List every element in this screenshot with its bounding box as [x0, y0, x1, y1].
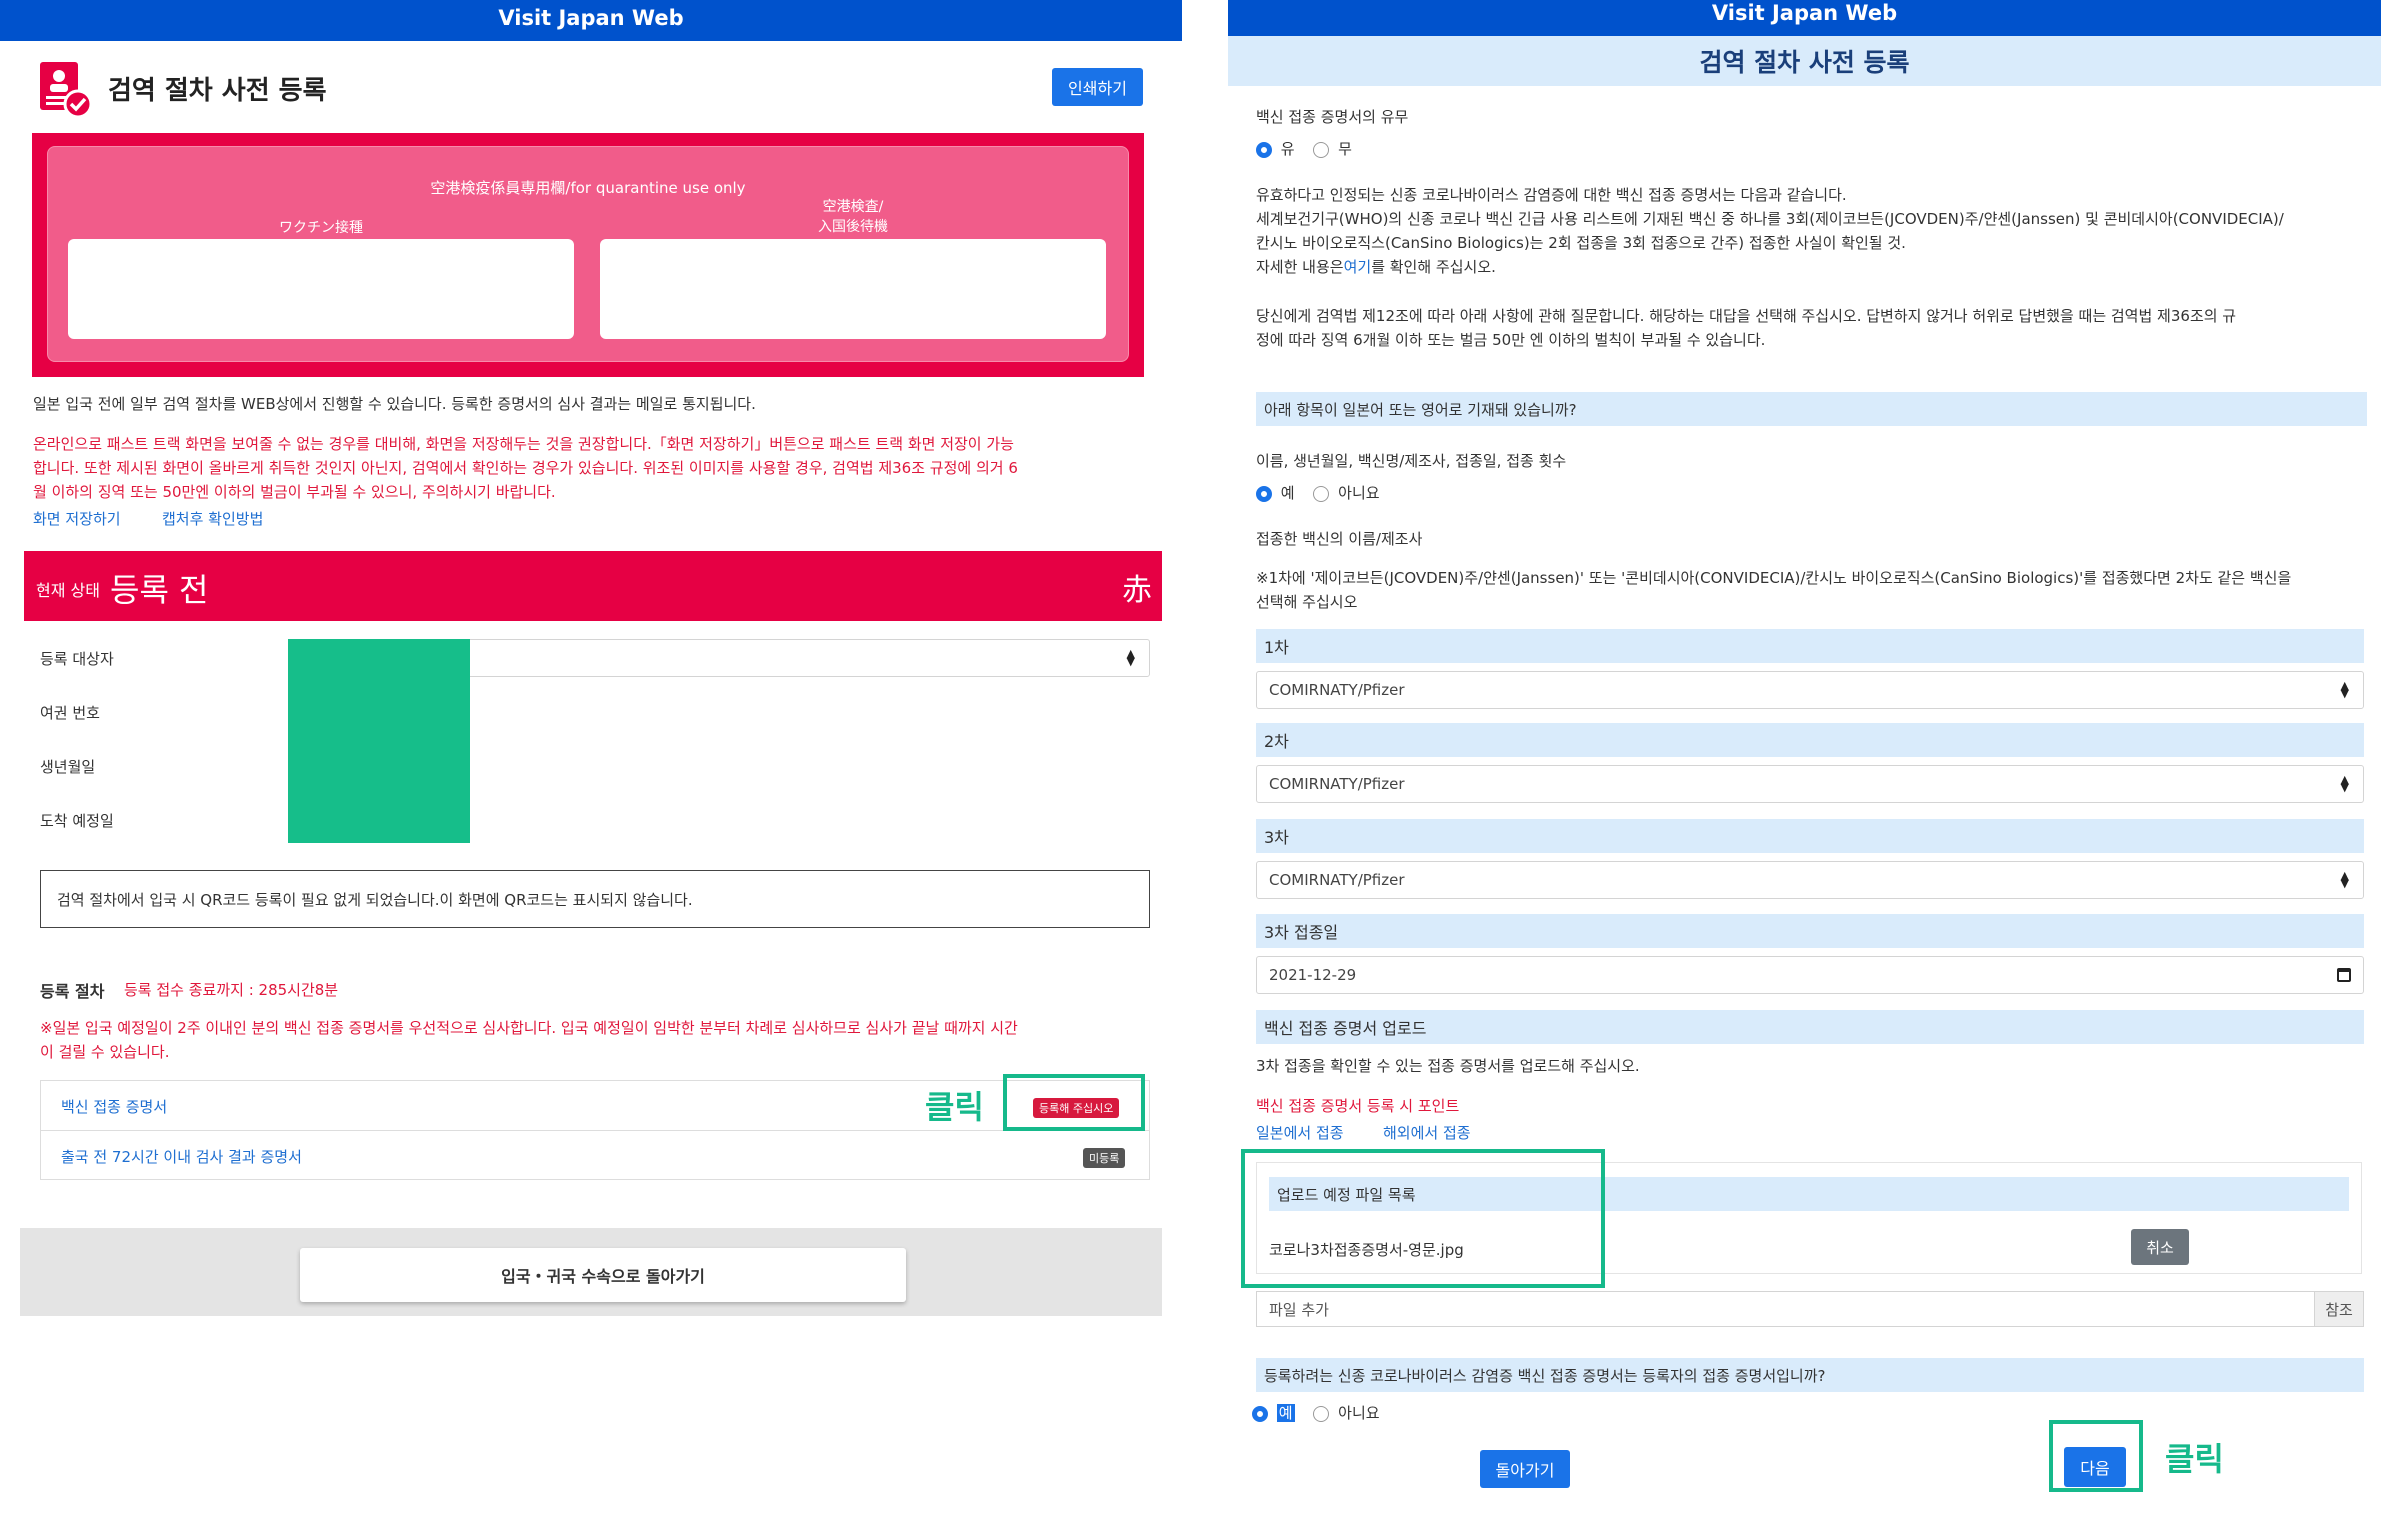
left-page-title: 검역 절차 사전 등록: [108, 76, 327, 106]
right-panel: Visit Japan Web 검역 절차 사전 등록 백신 접종 증명서의 유…: [1228, 0, 2381, 1526]
chevron-updown-icon: ▲ ▼: [2340, 869, 2349, 890]
vaccine-note: ※1차에 '제이코브든(JCOVDEN)주/얀센(Janssen)' 또는 '콘…: [1256, 569, 2292, 611]
radio-lang-yes[interactable]: [1256, 485, 1272, 502]
dose1-select[interactable]: COMIRNATY/Pfizer ▲ ▼: [1256, 671, 2364, 709]
intro-text: 일본 입국 전에 일부 검역 절차를 WEB상에서 진행할 수 있습니다. 등록…: [33, 395, 756, 413]
add-file-input[interactable]: 파일 추가: [1256, 1291, 2314, 1327]
status-badge: 赤: [1122, 573, 1152, 608]
radio-lang-yes-label: 예: [1280, 484, 1295, 502]
highlight-box: [1003, 1074, 1145, 1131]
chevron-updown-icon: ▲ ▼: [2340, 773, 2349, 794]
next-click-annotation: 클릭: [2165, 1440, 2224, 1478]
list-item[interactable]: 출국 전 72시간 이내 검사 결과 증명서 미등록: [41, 1131, 1149, 1181]
next-button[interactable]: 다음: [2064, 1447, 2126, 1487]
back-button[interactable]: 돌아가기: [1480, 1450, 1570, 1488]
chevron-updown-icon: ▲ ▼: [2340, 679, 2349, 700]
unregistered-badge: 미등록: [1083, 1148, 1126, 1168]
priority-note: ※일본 입국 예정일이 2주 이내인 분의 백신 접종 증명서를 우선적으로 심…: [40, 1019, 1018, 1061]
calendar-icon[interactable]: [2337, 968, 2351, 982]
test-cert-link[interactable]: 출국 전 72시간 이내 검사 결과 증명서: [61, 1146, 302, 1167]
right-app-header: Visit Japan Web: [1228, 0, 2381, 36]
dose3-date-input[interactable]: 2021-12-29: [1256, 956, 2364, 994]
airport-test-stamp-area: [600, 239, 1106, 339]
quarantine-box: 空港検疫係員専用欄/for quarantine use only ワクチン接種…: [32, 133, 1144, 377]
radio-lang-no-label: 아니요: [1338, 484, 1380, 502]
warning-text: 온라인으로 패스트 트랙 화면을 보여줄 수 없는 경우를 대비해, 화면을 저…: [33, 435, 1018, 501]
left-panel: Visit Japan Web 검역 절차 사전 등록 인쇄하기 空港検疫係員専…: [0, 0, 1190, 1526]
owner-options: 예 아니요: [1252, 1402, 1380, 1423]
language-options: 예 아니요: [1256, 482, 1380, 503]
quarantine-heading: 空港検疫係員専用欄/for quarantine use only: [430, 179, 746, 197]
deadline-text: 등록 접수 종료까지 : 285시간8분: [124, 981, 339, 999]
language-question-band: 아래 항목이 일본어 또는 영어로 기재돼 있습니까?: [1256, 392, 2367, 426]
owner-question-band: 등록하려는 신종 코로나바이러스 감염증 백신 접종 증명서는 등록자의 접종 …: [1256, 1358, 2364, 1392]
quarantine-law-text: 당신에게 검역법 제12조에 따라 아래 사항에 관해 질문합니다. 해당하는 …: [1256, 307, 2237, 349]
document-check-icon: [38, 60, 94, 120]
radio-owner-no-label: 아니요: [1338, 1404, 1380, 1422]
cert-exists-options: 유 무: [1256, 138, 1352, 159]
field-label-arrival: 도착 예정일: [40, 812, 114, 830]
radio-owner-yes-label: 예: [1276, 1404, 1295, 1422]
status-value: 등록 전: [110, 571, 209, 609]
dose2-band: 2차: [1256, 723, 2364, 757]
click-annotation: 클릭: [925, 1088, 984, 1126]
capture-guide-link[interactable]: 캡처후 확인방법: [162, 508, 263, 529]
vaccination-label: ワクチン接種: [279, 220, 363, 236]
field-label-target: 등록 대상자: [40, 650, 114, 668]
procedure-label: 등록 절차: [40, 982, 105, 1001]
back-to-procedure-button[interactable]: 입국・귀국 수속으로 돌아가기: [300, 1248, 906, 1302]
vaccine-cert-link[interactable]: 백신 접종 증명서: [61, 1096, 167, 1117]
language-items-text: 이름, 생년월일, 백신명/제조사, 접종일, 접종 횟수: [1256, 452, 1567, 470]
radio-owner-yes[interactable]: [1252, 1405, 1268, 1422]
upload-points-link[interactable]: 백신 접종 증명서 등록 시 포인트: [1256, 1095, 1459, 1116]
dose1-band: 1차: [1256, 629, 2364, 663]
file-list-highlight: [1241, 1149, 1605, 1288]
airport-test-label: 空港検査/ 入国後待機: [818, 199, 888, 235]
cancel-file-button[interactable]: 취소: [2131, 1229, 2189, 1265]
redaction-block: [288, 639, 470, 843]
field-label-birth: 생년월일: [40, 758, 96, 776]
dose2-select[interactable]: COMIRNATY/Pfizer ▲ ▼: [1256, 765, 2364, 803]
vaccine-name-label: 접종한 백신의 이름/제조사: [1256, 530, 1423, 548]
radio-owner-no[interactable]: [1313, 1405, 1330, 1422]
japan-vaccination-link[interactable]: 일본에서 접종: [1256, 1122, 1344, 1143]
cert-exists-question: 백신 접종 증명서의 유무: [1256, 108, 1409, 126]
details-link[interactable]: 여기: [1344, 258, 1372, 276]
upload-band: 백신 접종 증명서 업로드: [1256, 1010, 2364, 1044]
radio-lang-no[interactable]: [1313, 485, 1330, 502]
qr-notice: 검역 절차에서 입국 시 QR코드 등록이 필요 없게 되었습니다.이 화면에 …: [40, 870, 1150, 928]
upload-description: 3차 접종을 확인할 수 있는 접종 증명서를 업로드해 주십시오.: [1256, 1057, 1640, 1075]
vaccination-stamp-area: [68, 239, 574, 339]
left-app-header: Visit Japan Web: [0, 0, 1182, 41]
dose3-band: 3차: [1256, 819, 2364, 853]
status-label: 현재 상태: [36, 581, 100, 600]
valid-cert-text: 유효하다고 인정되는 신종 코로나바이러스 감염증에 대한 백신 접종 증명서는…: [1256, 186, 2284, 276]
browse-button[interactable]: 참조: [2314, 1291, 2364, 1327]
left-footer: 입국・귀국 수속으로 돌아가기: [20, 1228, 1162, 1316]
field-label-passport: 여권 번호: [40, 704, 100, 722]
right-page-title: 검역 절차 사전 등록: [1228, 36, 2381, 86]
radio-no[interactable]: [1313, 141, 1330, 158]
radio-yes[interactable]: [1256, 141, 1272, 158]
status-bar: 현재 상태 등록 전 赤: [24, 551, 1162, 621]
abroad-vaccination-link[interactable]: 해외에서 접종: [1383, 1122, 1471, 1143]
radio-yes-label: 유: [1280, 140, 1295, 158]
save-screen-link[interactable]: 화면 저장하기: [33, 508, 121, 529]
chevron-updown-icon: ▲ ▼: [1126, 647, 1135, 668]
dose3-date-band: 3차 접종일: [1256, 914, 2364, 948]
dose3-select[interactable]: COMIRNATY/Pfizer ▲ ▼: [1256, 861, 2364, 899]
radio-no-label: 무: [1338, 140, 1352, 158]
print-button[interactable]: 인쇄하기: [1052, 68, 1143, 106]
